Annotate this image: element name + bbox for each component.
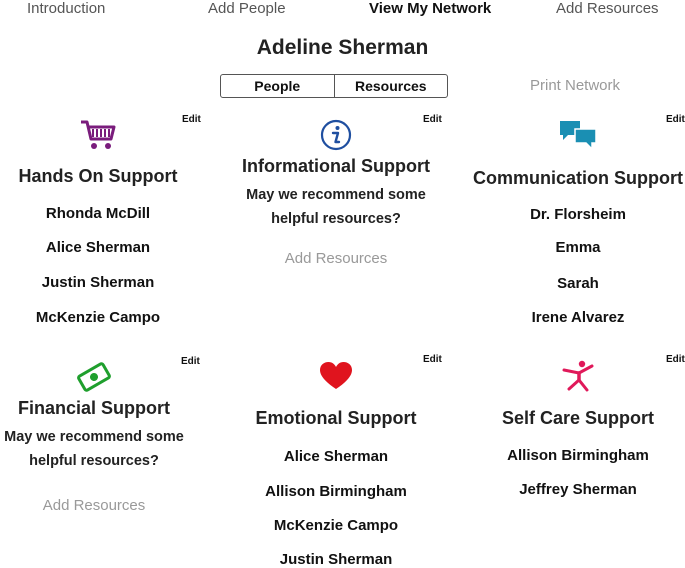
emotional-support-card: Edit Emotional Support Alice Sherman All…: [222, 352, 450, 568]
page-title: Adeline Sherman: [256, 36, 429, 59]
person-entry: Allison Birmingham: [265, 483, 407, 500]
view-toggle: People Resources: [220, 74, 448, 98]
nav-add-people[interactable]: Add People: [208, 0, 286, 17]
nav-view-my-network[interactable]: View My Network: [369, 0, 491, 17]
person-entry: McKenzie Campo: [273, 517, 399, 534]
card-title: Hands On Support: [18, 166, 178, 186]
card-title: Informational Support: [242, 156, 430, 176]
resources-toggle-button[interactable]: Resources: [333, 75, 448, 97]
yoga-pose-icon: [464, 360, 685, 392]
info-icon: [222, 119, 450, 151]
informational-support-card: Edit Informational Support May we recomm…: [222, 112, 450, 272]
shopping-cart-icon: [0, 119, 212, 151]
recommendation-text: May we recommend some helpful resources?: [4, 429, 184, 469]
top-navigation: Introduction Add People View My Network …: [0, 0, 685, 22]
add-resources-link[interactable]: Add Resources: [222, 250, 450, 267]
person-entry: McKenzie Campo: [35, 309, 161, 326]
add-resources-link[interactable]: Add Resources: [0, 497, 208, 514]
person-entry: Justin Sherman: [279, 551, 393, 568]
person-entry: Jeffrey Sherman: [519, 481, 637, 498]
card-title: Emotional Support: [255, 408, 417, 428]
person-entry: Emma: [555, 239, 601, 256]
person-entry: Dr. Florsheim: [530, 206, 626, 223]
person-entry: Justin Sherman: [41, 274, 155, 291]
nav-add-resources[interactable]: Add Resources: [556, 0, 659, 17]
person-entry: Alice Sherman: [45, 239, 151, 256]
communication-support-card: Edit Communication Support Dr. Florsheim…: [464, 112, 685, 337]
print-network-link[interactable]: Print Network: [530, 77, 620, 94]
heart-icon: [222, 362, 450, 390]
person-entry: Alice Sherman: [283, 448, 389, 465]
people-toggle-button[interactable]: People: [221, 75, 334, 97]
card-title: Communication Support: [473, 168, 683, 188]
person-entry: Sarah: [557, 275, 599, 292]
person-entry: Rhonda McDill: [45, 205, 151, 222]
money-icon: [0, 362, 208, 392]
card-title: Financial Support: [17, 398, 170, 418]
person-entry: Irene Alvarez: [531, 309, 625, 326]
financial-support-card: Edit Financial Support May we recommend …: [0, 352, 208, 527]
chat-bubbles-icon: [464, 118, 685, 152]
nav-introduction[interactable]: Introduction: [27, 0, 105, 17]
hands-on-support-card: Edit Hands On Support Rhonda McDill Alic…: [0, 112, 212, 337]
recommendation-text: May we recommend some helpful resources?: [246, 187, 426, 227]
self-care-support-card: Edit Self Care Support Allison Birmingha…: [464, 352, 685, 512]
person-entry: Allison Birmingham: [507, 447, 649, 464]
card-title: Self Care Support: [501, 408, 655, 428]
